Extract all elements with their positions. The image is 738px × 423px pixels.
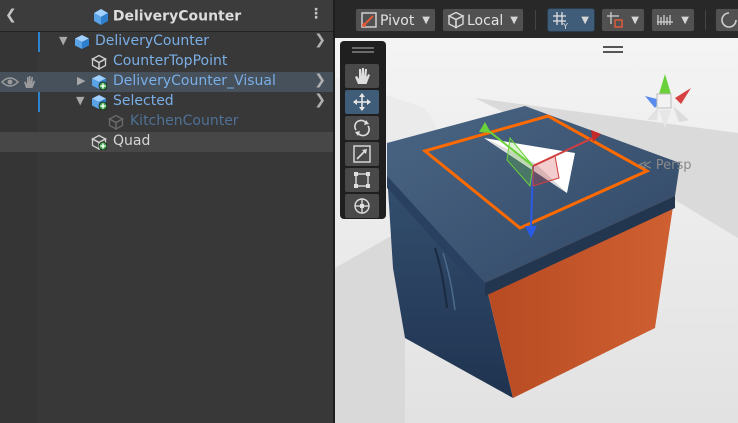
palette-grip-icon[interactable] bbox=[352, 47, 374, 49]
expand-arrow-down-icon[interactable]: ▼ bbox=[76, 94, 84, 107]
prefab-added-icon bbox=[92, 75, 107, 90]
row-label: Selected bbox=[113, 93, 174, 109]
transform-tool-button[interactable] bbox=[345, 194, 379, 218]
chevron-right-icon[interactable]: ❯ bbox=[314, 32, 326, 48]
pivot-dropdown[interactable]: Pivot ▼ bbox=[355, 8, 436, 32]
kebab-menu-icon[interactable]: ⋮ bbox=[309, 6, 323, 22]
grid-snap-icon: Y bbox=[553, 12, 568, 30]
rotate-icon bbox=[354, 119, 370, 137]
row-label: Quad bbox=[113, 133, 151, 149]
palette-grip-line bbox=[352, 51, 374, 53]
dropdown-arrow-icon: ▼ bbox=[510, 15, 518, 26]
prefab-cube-icon bbox=[93, 8, 108, 25]
scale-icon bbox=[353, 145, 371, 163]
rotate-view-icon bbox=[721, 12, 737, 28]
hierarchy-row-deliverycounter[interactable]: ▼ DeliveryCounter ❯ bbox=[0, 32, 333, 52]
prefab-cube-icon bbox=[75, 35, 89, 49]
increment-snapping-toggle[interactable]: ▼ bbox=[601, 8, 645, 32]
scene-toolbar: Pivot ▼ Local ▼ Y ▼ ▼ ▼ bbox=[335, 0, 738, 39]
svg-text:Y: Y bbox=[562, 22, 568, 30]
dropdown-arrow-icon: ▼ bbox=[681, 15, 689, 26]
pickable-hand-icon[interactable] bbox=[21, 74, 37, 90]
dropdown-arrow-icon: ▼ bbox=[581, 15, 589, 26]
hierarchy-row-kitchencounter[interactable]: KitchenCounter bbox=[0, 112, 333, 132]
pivot-icon bbox=[361, 12, 377, 28]
tool-palette bbox=[340, 41, 386, 219]
chevron-right-icon[interactable]: ❯ bbox=[314, 72, 326, 88]
move-tool-button[interactable] bbox=[345, 90, 379, 114]
ruler-snap-toggle[interactable]: ▼ bbox=[651, 8, 695, 32]
scene-viewport[interactable] bbox=[335, 38, 738, 423]
hand-tool-button[interactable] bbox=[345, 64, 379, 88]
rect-transform-icon bbox=[354, 172, 370, 188]
prefab-title: DeliveryCounter bbox=[112, 8, 242, 25]
expand-arrow-right-icon[interactable]: ▶ bbox=[77, 74, 85, 87]
dropdown-arrow-icon: ▼ bbox=[422, 15, 430, 26]
prefab-added-icon bbox=[92, 95, 107, 110]
toolbar-divider bbox=[535, 10, 536, 30]
scene-view[interactable]: Pivot ▼ Local ▼ Y ▼ ▼ ▼ ≪ Persp bbox=[335, 0, 738, 423]
persp-text: Persp bbox=[655, 158, 692, 173]
hierarchy-row-deliverycounter-visual[interactable]: ▶ DeliveryCounter_Visual ❯ bbox=[0, 72, 333, 92]
override-bar bbox=[38, 92, 40, 112]
gameobject-added-icon bbox=[91, 134, 107, 150]
row-label: DeliveryCounter bbox=[95, 33, 210, 49]
move-icon bbox=[353, 93, 371, 111]
ruler-icon bbox=[657, 15, 673, 25]
hierarchy-header: ❮ DeliveryCounter ⋮ bbox=[0, 0, 333, 32]
gameobject-cube-icon bbox=[91, 54, 107, 70]
gameobject-cube-icon bbox=[108, 114, 124, 130]
rotate-view-button[interactable] bbox=[715, 8, 738, 32]
chevron-right-icon[interactable]: ❯ bbox=[314, 92, 326, 108]
visibility-eye-icon[interactable] bbox=[1, 75, 19, 89]
transform-icon bbox=[354, 198, 370, 214]
local-label: Local bbox=[467, 13, 504, 29]
increment-snap-icon bbox=[607, 12, 623, 28]
hand-icon bbox=[355, 68, 370, 84]
hierarchy-panel: ❮ DeliveryCounter ⋮ ▼ DeliveryCounter ❯ bbox=[0, 0, 333, 423]
local-dropdown[interactable]: Local ▼ bbox=[442, 8, 524, 32]
local-cube-icon bbox=[447, 11, 465, 29]
grid-snapping-toggle[interactable]: Y ▼ bbox=[547, 8, 595, 32]
hierarchy-row-quad[interactable]: Quad bbox=[0, 132, 333, 152]
expand-arrow-down-icon[interactable]: ▼ bbox=[59, 34, 67, 47]
pivot-label: Pivot bbox=[380, 13, 415, 29]
rect-tool-button[interactable] bbox=[345, 168, 379, 192]
dropdown-arrow-icon: ▼ bbox=[631, 15, 639, 26]
projection-label[interactable]: ≪ Persp bbox=[638, 158, 692, 173]
toolbar-divider bbox=[705, 10, 706, 30]
scale-tool-button[interactable] bbox=[345, 142, 379, 166]
row-label: CounterTopPoint bbox=[113, 53, 228, 69]
hierarchy-row-countertoppoint[interactable]: CounterTopPoint bbox=[0, 52, 333, 72]
row-label: DeliveryCounter_Visual bbox=[113, 73, 276, 89]
row-label: KitchenCounter bbox=[130, 113, 239, 129]
rotate-tool-button[interactable] bbox=[345, 116, 379, 140]
hierarchy-row-selected[interactable]: ▼ Selected ❯ bbox=[0, 92, 333, 112]
override-bar bbox=[38, 32, 40, 52]
